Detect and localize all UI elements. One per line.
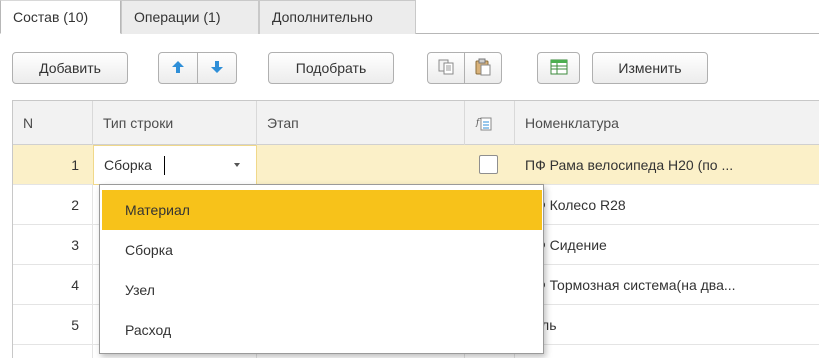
arrow-up-icon [170, 59, 186, 78]
dropdown-option-assembly[interactable]: Сборка [102, 230, 542, 270]
spreadsheet-icon [549, 58, 569, 79]
dropdown-option-expense[interactable]: Расход [102, 310, 542, 350]
formula-checkbox[interactable] [479, 155, 498, 174]
text-cursor [164, 156, 165, 175]
paste-icon [474, 58, 492, 79]
column-header-type[interactable]: Тип строки [93, 101, 257, 145]
row-number: 4 [71, 277, 79, 293]
dropdown-option-material[interactable]: Материал [102, 190, 542, 230]
pick-button[interactable]: Подобрать [268, 52, 394, 84]
paste-button[interactable] [464, 52, 502, 84]
add-button[interactable]: Добавить [12, 52, 128, 84]
arrow-down-icon [209, 59, 225, 78]
move-up-button[interactable] [158, 52, 198, 84]
row-item: ПФ Рама велосипеда Н20 (по ... [525, 157, 734, 173]
row-number: 2 [71, 197, 79, 213]
dropdown-arrow-icon[interactable] [234, 163, 240, 167]
tab-operations[interactable]: Операции (1) [121, 0, 259, 34]
row-item: ПФ Сидение [525, 237, 607, 253]
tab-additional[interactable]: Дополнительно [259, 0, 416, 34]
table-header: N Тип строки Этап f Номенклатура [13, 101, 819, 145]
column-header-stage[interactable]: Этап [257, 101, 465, 145]
formula-icon: f [475, 115, 493, 131]
column-header-formula[interactable]: f [465, 101, 515, 145]
row-item: ПФ Тормозная система(на два... [525, 277, 736, 293]
row-type-field[interactable]: Сборка [93, 145, 257, 185]
edit-button[interactable]: Изменить [592, 52, 708, 84]
row-type-value: Сборка [104, 157, 152, 173]
svg-text:f: f [475, 118, 481, 128]
row-type-dropdown: Материал Сборка Узел Расход [99, 184, 544, 354]
spreadsheet-button[interactable] [537, 52, 580, 84]
table-row[interactable]: 1 Сборка ПФ Рама велосипеда Н20 (по ... [13, 145, 819, 185]
row-number: 5 [71, 317, 79, 333]
copy-icon [437, 58, 455, 79]
row-number: 1 [71, 157, 79, 173]
row-item: Руль [525, 305, 815, 345]
tab-composition[interactable]: Состав (10) [0, 0, 121, 34]
row-item: ПФ Колесо R28 [525, 197, 626, 213]
column-header-n[interactable]: N [13, 101, 93, 145]
row-number: 3 [71, 237, 79, 253]
column-header-item[interactable]: Номенклатура [515, 101, 819, 145]
dropdown-option-node[interactable]: Узел [102, 270, 542, 310]
tab-bar: Состав (10) Операции (1) Дополнительно [0, 0, 819, 34]
copy-button[interactable] [427, 52, 465, 84]
move-down-button[interactable] [197, 52, 237, 84]
